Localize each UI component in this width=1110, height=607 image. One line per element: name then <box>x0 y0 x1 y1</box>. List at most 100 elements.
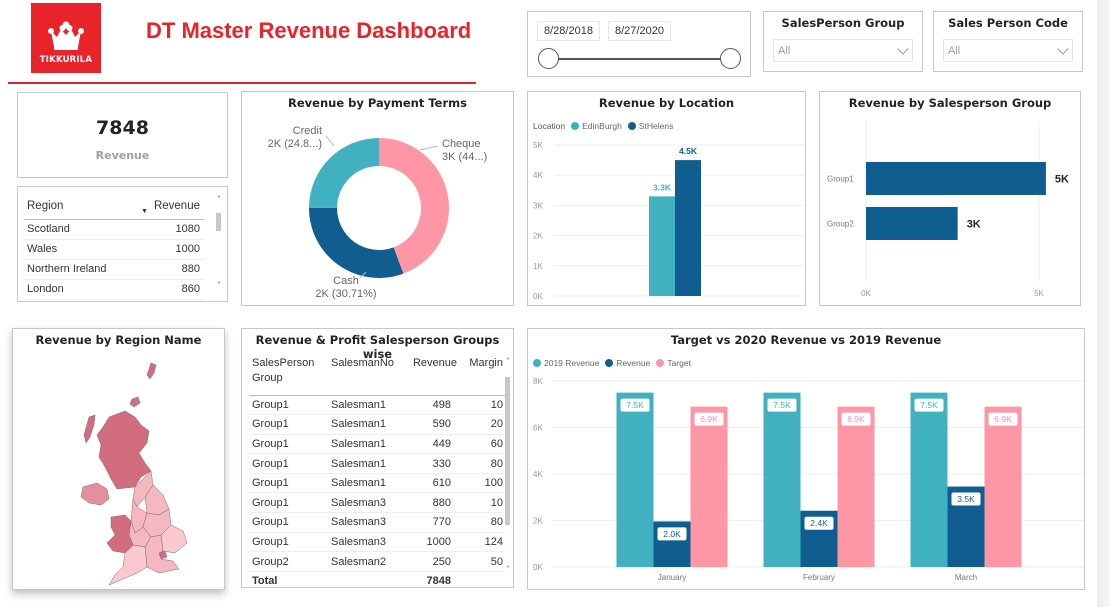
bar-2019-revenue-february[interactable] <box>763 392 801 567</box>
bar-target-january[interactable] <box>690 406 728 567</box>
column-header-salesman-no[interactable]: SalesmanNo <box>331 353 405 396</box>
group-cell: Group1 <box>249 512 331 533</box>
region-revenue-cell: 880 <box>136 259 204 280</box>
leader-line <box>419 145 439 151</box>
y-tick-label: 0K <box>533 563 543 572</box>
table-row[interactable]: Northern Ireland 880 <box>24 259 204 280</box>
bar-target-march[interactable] <box>984 406 1022 567</box>
revenue-cell: 1000 <box>405 532 457 553</box>
revenue-cell: 590 <box>405 414 457 435</box>
date-slider-end-handle[interactable] <box>720 48 741 69</box>
data-label: 7.5K <box>773 400 791 410</box>
data-label: 5K <box>1055 174 1069 186</box>
revenue-cell: 880 <box>405 492 457 514</box>
donut-slice-cash[interactable] <box>309 207 404 278</box>
total-label: Total <box>249 570 331 590</box>
table-row[interactable]: Group1 Salesman3 770 80 <box>249 512 505 533</box>
target-vs-revenue-bar-chart: 0K 2K 4K 6K 8K 7.5K 2.0K 6.9K January 7.5K 2.4K 6.9… <box>533 377 1084 582</box>
scrollbar-thumb[interactable] <box>216 213 221 231</box>
column-header-revenue[interactable]: Revenue <box>405 353 457 396</box>
margin-cell: 100 <box>457 473 505 494</box>
margin-cell: 10 <box>457 492 505 514</box>
table-row[interactable]: Group1 Salesman1 610 100 <box>249 473 505 494</box>
table-row[interactable]: Group1 Salesman3 1000 124 <box>249 532 505 553</box>
y-tick-label: 5K <box>533 141 543 150</box>
salesman-cell: Salesman3 <box>331 532 405 553</box>
table-row[interactable]: Group1 Salesman1 590 20 <box>249 414 505 435</box>
column-header-revenue[interactable]: Revenue ▼ <box>136 193 204 220</box>
region-revenue-cell: 1000 <box>136 239 204 260</box>
revenue-cell: 330 <box>405 453 457 474</box>
y-tick-label: 6K <box>533 424 543 433</box>
table-row[interactable]: Group2 Salesman2 250 50 <box>249 551 505 572</box>
table-row[interactable]: Group1 Salesman3 880 10 <box>249 492 505 514</box>
region-name-cell: London <box>24 279 137 300</box>
salesperson-group-filter: SalesPerson Group All <box>763 11 923 72</box>
map-region-wales <box>106 514 134 554</box>
y-tick-label: 3K <box>533 201 543 210</box>
slice-label-credit: Credit <box>293 125 322 137</box>
bar-group1[interactable] <box>866 162 1046 195</box>
profit-table-scrollbar[interactable]: ˄ ˅ <box>504 357 511 579</box>
data-label: 7.5K <box>920 400 938 410</box>
salesperson-group-dropdown[interactable]: All <box>773 39 913 62</box>
salesperson-group-chart-card: Revenue by Salesperson Group 0K 5K Group1 5… <box>819 91 1081 306</box>
bar-2019-revenue-january[interactable] <box>616 392 654 567</box>
slice-value-cash: 2K (30.71%) <box>315 288 376 300</box>
end-date-input[interactable]: 8/27/2020 <box>608 21 671 41</box>
region-name-cell: Scotland <box>24 219 137 240</box>
sort-descending-icon: ▼ <box>141 208 148 215</box>
date-slider-track[interactable] <box>548 58 730 60</box>
table-row[interactable]: Wales 1000 <box>24 239 204 260</box>
table-row[interactable]: Scotland 1080 <box>24 219 204 240</box>
salesperson-code-value: All <box>948 45 961 57</box>
map-region-orkney <box>129 396 141 408</box>
salesman-cell: Salesman1 <box>331 453 405 474</box>
margin-cell: 80 <box>457 512 505 533</box>
scrollbar-thumb[interactable] <box>505 377 510 525</box>
bar-2019-revenue-march[interactable] <box>910 392 948 567</box>
salesman-cell: Salesman1 <box>331 434 405 455</box>
group-cell: Group1 <box>249 434 331 455</box>
y-tick-label: 2K <box>533 517 543 526</box>
uk-region-map[interactable] <box>13 329 226 591</box>
slice-label-cash: Cash <box>333 275 359 287</box>
revenue-cell: 610 <box>405 473 457 494</box>
logo-text: TIKKURILA <box>39 55 93 65</box>
column-header-salesperson-group[interactable]: SalesPerson Group <box>249 353 331 396</box>
margin-cell: 124 <box>457 532 505 553</box>
x-tick-label: 0K <box>861 289 871 298</box>
revenue-cell: 449 <box>405 434 457 455</box>
group-cell: Group1 <box>249 492 331 514</box>
scroll-down-icon[interactable]: ˅ <box>504 565 512 574</box>
table-row[interactable]: Group1 Salesman1 449 60 <box>249 434 505 455</box>
data-label-edinburgh: 3.3K <box>653 182 672 192</box>
date-slider-start-handle[interactable] <box>538 48 559 69</box>
table-row[interactable]: Group1 Salesman1 330 80 <box>249 453 505 474</box>
scroll-down-icon[interactable]: ˅ <box>215 281 223 290</box>
salesman-cell: Salesman1 <box>331 473 405 494</box>
column-header-margin[interactable]: Margin <box>457 353 505 396</box>
region-revenue-table: Region Revenue ▼ Scotland 1080 Wales 1000 No… <box>17 186 228 302</box>
map-region-shetland <box>146 362 157 380</box>
scroll-up-icon[interactable]: ˄ <box>215 195 223 204</box>
salesperson-group-bar-chart: 0K 5K Group1 5K Group2 3K <box>827 122 1069 298</box>
bar-target-february[interactable] <box>837 406 875 567</box>
data-label: 3K <box>967 219 981 231</box>
start-date-input[interactable]: 8/28/2018 <box>537 21 600 41</box>
bar-edinburgh[interactable] <box>649 196 675 296</box>
salesperson-code-dropdown[interactable]: All <box>943 39 1073 62</box>
column-header-region[interactable]: Region <box>24 193 137 220</box>
payment-terms-chart-card: Revenue by Payment Terms Cheque 3K (44...… <box>241 91 514 306</box>
table-row[interactable]: London 860 <box>24 279 204 300</box>
bar-group2[interactable] <box>866 207 958 240</box>
x-tick-label: February <box>803 573 835 582</box>
category-label: Group2 <box>827 220 854 229</box>
salesman-cell: Salesman3 <box>331 512 405 533</box>
page-title: DT Master Revenue Dashboard <box>146 18 472 43</box>
bar-sthelens[interactable] <box>675 160 701 296</box>
region-table: Region Revenue ▼ Scotland 1080 Wales 1000 No… <box>24 193 204 300</box>
scroll-up-icon[interactable]: ˄ <box>504 357 512 366</box>
region-table-scrollbar[interactable]: ˄ ˅ <box>215 195 222 295</box>
table-row[interactable]: Group1 Salesman1 498 10 <box>249 395 505 416</box>
